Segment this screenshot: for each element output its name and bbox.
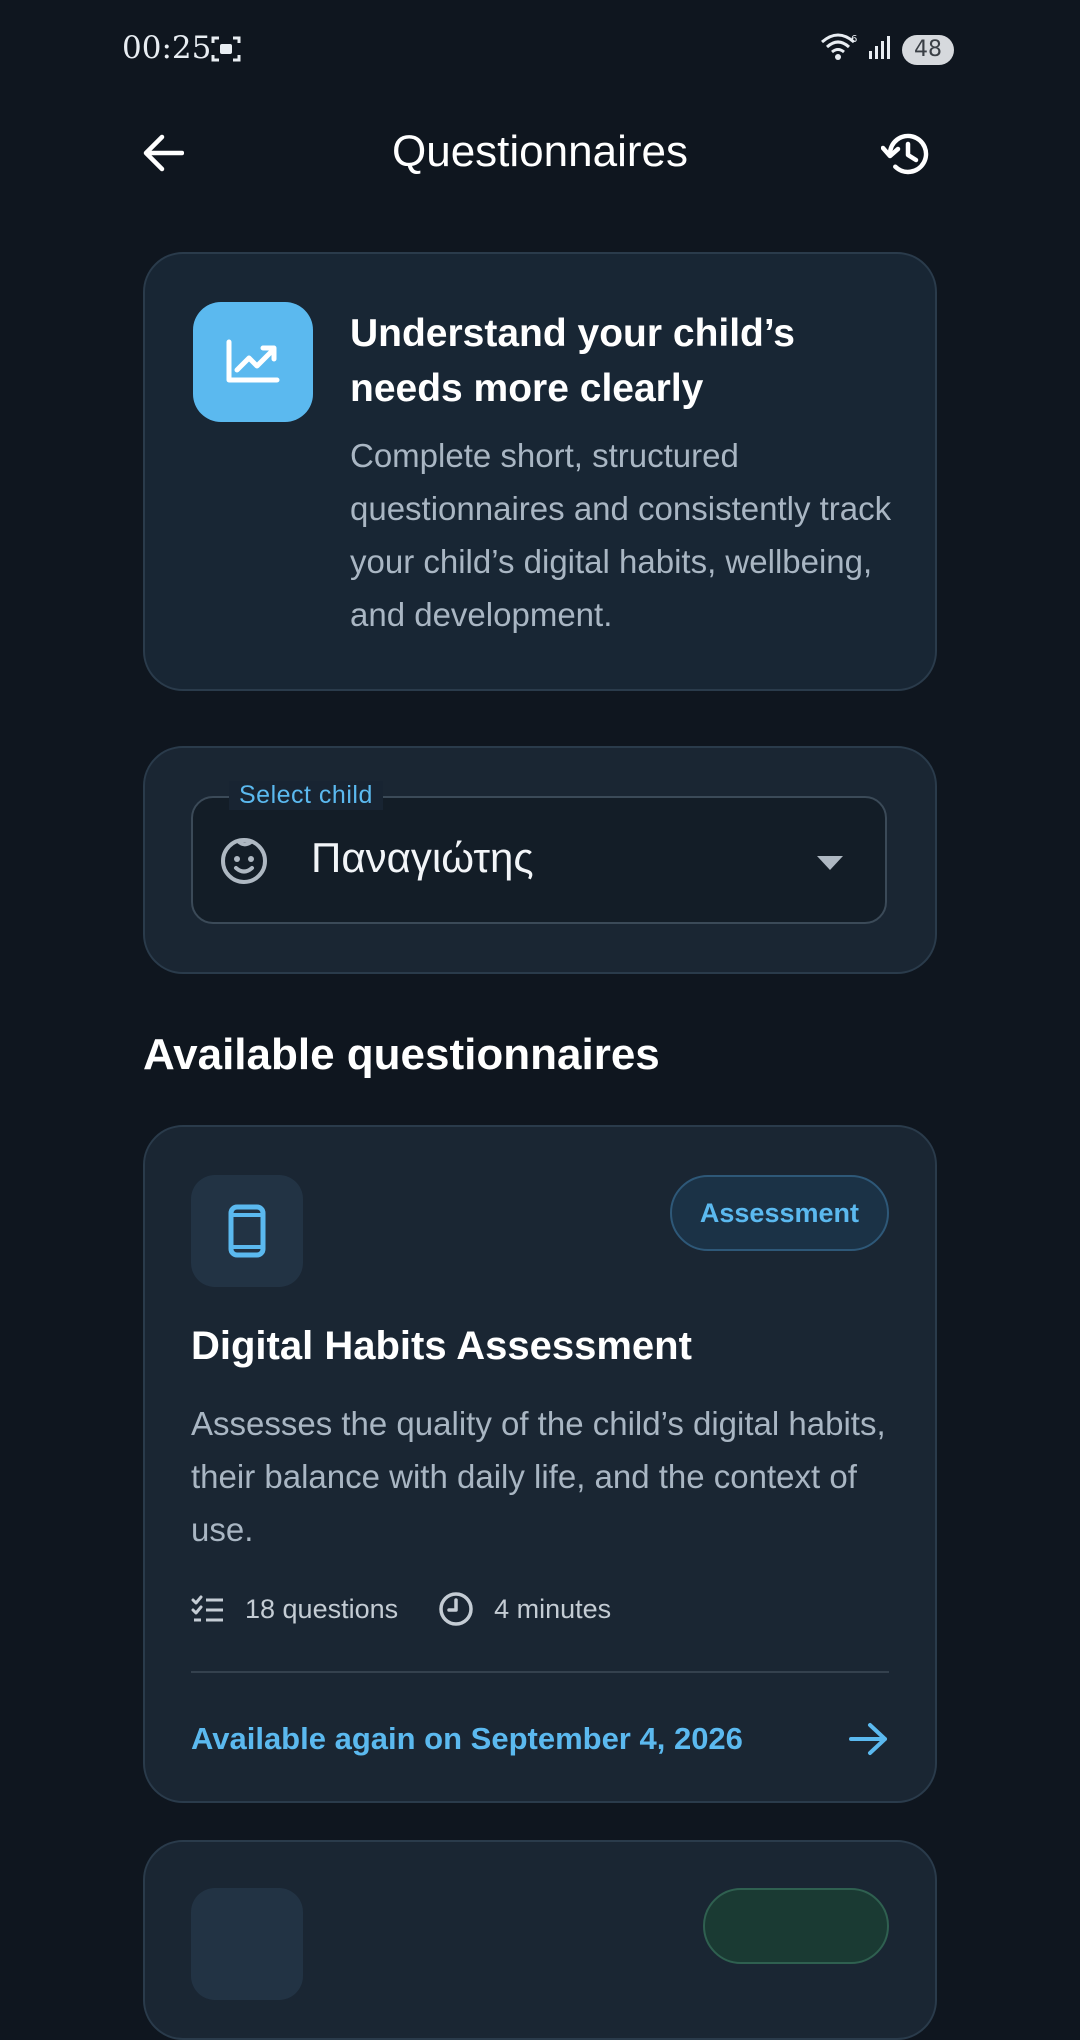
history-icon	[881, 133, 929, 175]
dropdown-arrow-icon	[817, 856, 843, 870]
intro-card: Understand your child’s needs more clear…	[143, 252, 937, 691]
category-badge: Assessment	[669, 1175, 889, 1251]
child-face-icon	[219, 836, 269, 891]
clock-icon	[439, 1592, 473, 1626]
status-bar: 00:25 6 48	[0, 0, 1080, 100]
battery-indicator: 48	[902, 34, 954, 65]
questionnaire-description: Assesses the quality of the child’s digi…	[191, 1405, 886, 1548]
trending-chart-icon	[193, 302, 313, 422]
question-count-text: 18 questions	[245, 1593, 399, 1624]
intro-title: Understand your child’s needs more clear…	[350, 312, 795, 410]
duration: 4 minutes	[438, 1591, 611, 1627]
smartphone-icon	[191, 1175, 303, 1287]
intro-description: Complete short, structured questionnaire…	[350, 437, 892, 633]
divider	[191, 1671, 889, 1673]
availability-text: Available again on September 4, 2026	[191, 1721, 743, 1756]
arrow-right-icon	[849, 1723, 887, 1755]
child-select-card: Select child Παναγιώτης	[143, 746, 937, 974]
history-button[interactable]	[878, 126, 934, 182]
questionnaire-title: Digital Habits Assessment	[191, 1324, 692, 1368]
questionnaire-card[interactable]: Assessment Digital Habits Assessment Ass…	[143, 1125, 937, 1803]
section-title: Available questionnaires	[143, 1030, 660, 1079]
child-select-dropdown[interactable]: Select child Παναγιώτης	[191, 781, 887, 924]
wifi-icon: 6	[820, 32, 860, 67]
signal-icon	[868, 34, 894, 65]
app-bar: Questionnaires	[0, 100, 1080, 210]
duration-text: 4 minutes	[494, 1593, 612, 1624]
screenshot-indicator-icon	[210, 34, 242, 69]
select-child-label: Select child	[229, 781, 383, 810]
availability-link[interactable]: Available again on September 4, 2026	[191, 1709, 889, 1769]
questionnaire-meta: 18 questions 4 minutes	[191, 1591, 651, 1627]
selected-child-value: Παναγιώτης	[311, 834, 534, 881]
status-time: 00:25	[122, 30, 212, 66]
svg-text:6: 6	[851, 34, 857, 45]
questionnaire-icon	[191, 1888, 303, 2000]
question-count: 18 questions	[191, 1594, 398, 1625]
questionnaire-card-2[interactable]	[143, 1840, 937, 2040]
checklist-icon	[191, 1595, 223, 1622]
category-badge-2	[703, 1888, 889, 1964]
